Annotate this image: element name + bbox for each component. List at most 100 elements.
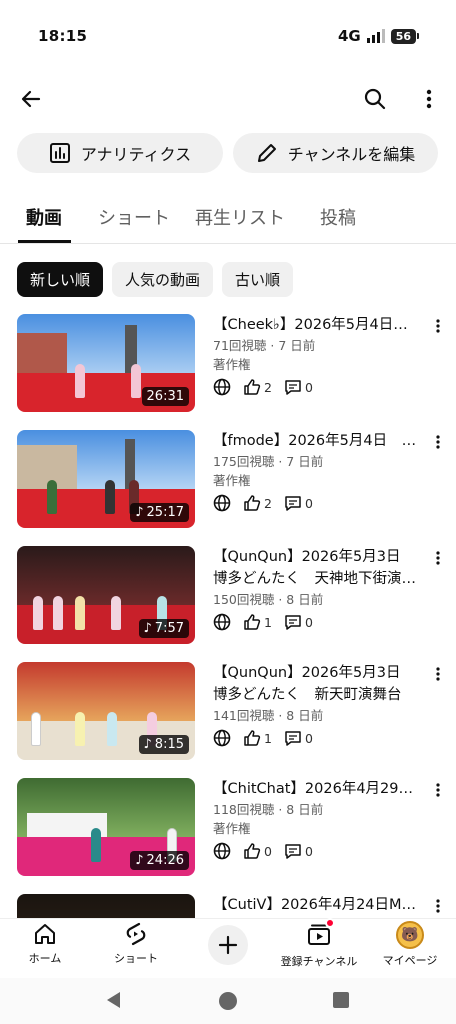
analytics-button[interactable]: アナリティクス [17,133,223,173]
globe-icon [213,613,231,631]
channel-actions: アナリティクス チャンネルを編集 [17,133,438,173]
comment-icon [285,615,301,630]
video-thumbnail[interactable]: ♪ 7:57 [17,546,195,644]
more-vert-icon [436,551,440,565]
tab-posts[interactable]: 投稿 [320,204,356,230]
nav-subscriptions[interactable]: 登録チャンネル [274,918,364,969]
chip-oldest[interactable]: 古い順 [222,262,294,297]
video-meta: 175回視聴 · 7 日前 [213,454,324,469]
analytics-icon [49,143,70,163]
status-time: 18:15 [38,27,88,45]
music-note-icon: ♪ [135,853,144,868]
nav-you[interactable]: 🐻 マイページ [365,921,455,968]
video-item[interactable]: ♪ 7:57 【QunQun】2026年5月3日 博多どんたく 天神地下街演… 1… [0,546,456,646]
channel-tabs: 動画 ショート 再生リスト 投稿 [0,196,456,244]
nav-home[interactable]: ホーム [0,921,90,966]
video-menu-button[interactable] [430,548,446,568]
more-vert-icon [436,899,440,913]
video-item[interactable]: ♪ 25:17 【fmode】2026年5月4日 … 175回視聴 · 7 日前 … [0,430,456,530]
home-icon [35,924,55,944]
bottom-navigation: ホーム ショート 登録チャンネル 🐻 マイページ [0,918,456,978]
music-note-icon: ♪ [135,505,144,520]
video-meta: 150回視聴 · 8 日前 [213,592,324,607]
tab-playlists[interactable]: 再生リスト [195,204,285,230]
video-item[interactable]: ♪ 24:26 【ChitChat】2026年4月29日… 118回視聴 · 8 … [0,778,456,878]
square-recents-icon [333,992,349,1008]
video-menu-button[interactable] [430,664,446,684]
notification-dot [325,918,335,928]
comment-icon [285,844,301,859]
comment-icon [285,496,301,511]
battery-icon: 56 [390,28,420,44]
copyright-label: 著作権 [213,357,251,372]
video-item[interactable]: 26:31 【Cheek♭】2026年5月4日… 71回視聴 · 7 日前 著作… [0,314,456,414]
video-item[interactable]: 【CutiV】2026年4月24日M… [0,894,456,918]
video-title[interactable]: 【QunQun】2026年5月3日 博多どんたく 新天町演舞台 [213,662,418,706]
video-title[interactable]: 【QunQun】2026年5月3日 博多どんたく 天神地下街演… [213,546,418,590]
more-vert-icon [436,783,440,797]
video-stats: 1 0 [213,613,418,631]
chip-newest[interactable]: 新しい順 [17,262,104,297]
comment-icon [285,380,301,395]
video-thumbnail[interactable]: ♪ 8:15 [17,662,195,760]
plus-icon [218,935,238,955]
avatar: 🐻 [396,921,424,949]
edit-channel-button[interactable]: チャンネルを編集 [233,133,438,173]
copyright-label: 著作権 [213,473,251,488]
tab-shorts[interactable]: ショート [98,204,170,230]
video-info: 【Cheek♭】2026年5月4日… 71回視聴 · 7 日前 著作権 2 0 [213,314,418,396]
video-menu-button[interactable] [430,896,446,916]
system-home-button[interactable] [217,990,239,1016]
system-back-button[interactable] [104,990,124,1014]
status-bar: 18:15 4G 56 [0,0,456,70]
video-title[interactable]: 【CutiV】2026年4月24日M… [213,894,418,916]
video-menu-button[interactable] [430,780,446,800]
nav-shorts-label: ショート [114,952,158,965]
video-info: 【ChitChat】2026年4月29日… 118回視聴 · 8 日前 著作権 … [213,778,418,860]
video-menu-button[interactable] [430,432,446,452]
video-menu-button[interactable] [430,316,446,336]
video-item[interactable]: ♪ 8:15 【QunQun】2026年5月3日 博多どんたく 新天町演舞台 14… [0,662,456,762]
video-duration: ♪ 7:57 [138,619,189,638]
like-count: 2 [264,495,272,511]
search-button[interactable] [360,84,390,114]
video-thumbnail[interactable] [17,894,195,918]
video-meta: 141回視聴 · 8 日前 [213,708,324,723]
video-duration: ♪ 8:15 [138,735,189,754]
video-duration: ♪ 25:17 [130,503,189,522]
thumb-up-icon [244,379,261,395]
tab-indicator [18,240,71,243]
more-vert-icon [436,667,440,681]
thumb-up-icon [244,730,261,746]
video-title[interactable]: 【ChitChat】2026年4月29日… [213,778,418,800]
thumb-up-icon [244,614,261,630]
tab-videos[interactable]: 動画 [26,204,62,230]
more-options-button[interactable] [418,84,440,114]
comment-count: 0 [304,614,313,630]
like-count: 0 [264,843,272,859]
video-title[interactable]: 【Cheek♭】2026年5月4日… [213,314,418,336]
more-vert-icon [436,319,440,333]
analytics-label: アナリティクス [80,145,192,164]
video-info: 【QunQun】2026年5月3日 博多どんたく 新天町演舞台 141回視聴 ·… [213,662,418,747]
nav-shorts[interactable]: ショート [91,921,181,966]
chip-popular[interactable]: 人気の動画 [112,262,214,297]
create-button[interactable] [208,925,248,965]
video-info: 【QunQun】2026年5月3日 博多どんたく 天神地下街演… 150回視聴 … [213,546,418,631]
video-thumbnail[interactable]: 26:31 [17,314,195,412]
video-meta: 71回視聴 · 7 日前 [213,338,316,353]
globe-icon [213,842,231,860]
video-duration: 26:31 [141,387,189,406]
video-thumbnail[interactable]: ♪ 24:26 [17,778,195,876]
top-app-bar [0,82,456,118]
system-recents-button[interactable] [331,990,351,1014]
video-thumbnail[interactable]: ♪ 25:17 [17,430,195,528]
comment-icon [285,731,301,746]
pencil-icon [257,144,276,162]
system-navigation-bar [0,978,456,1024]
triangle-back-icon [107,992,120,1008]
back-button[interactable] [16,84,46,114]
video-title[interactable]: 【fmode】2026年5月4日 … [213,430,418,452]
video-info: 【fmode】2026年5月4日 … 175回視聴 · 7 日前 著作権 2 0 [213,430,418,512]
nav-you-label: マイページ [382,954,438,967]
